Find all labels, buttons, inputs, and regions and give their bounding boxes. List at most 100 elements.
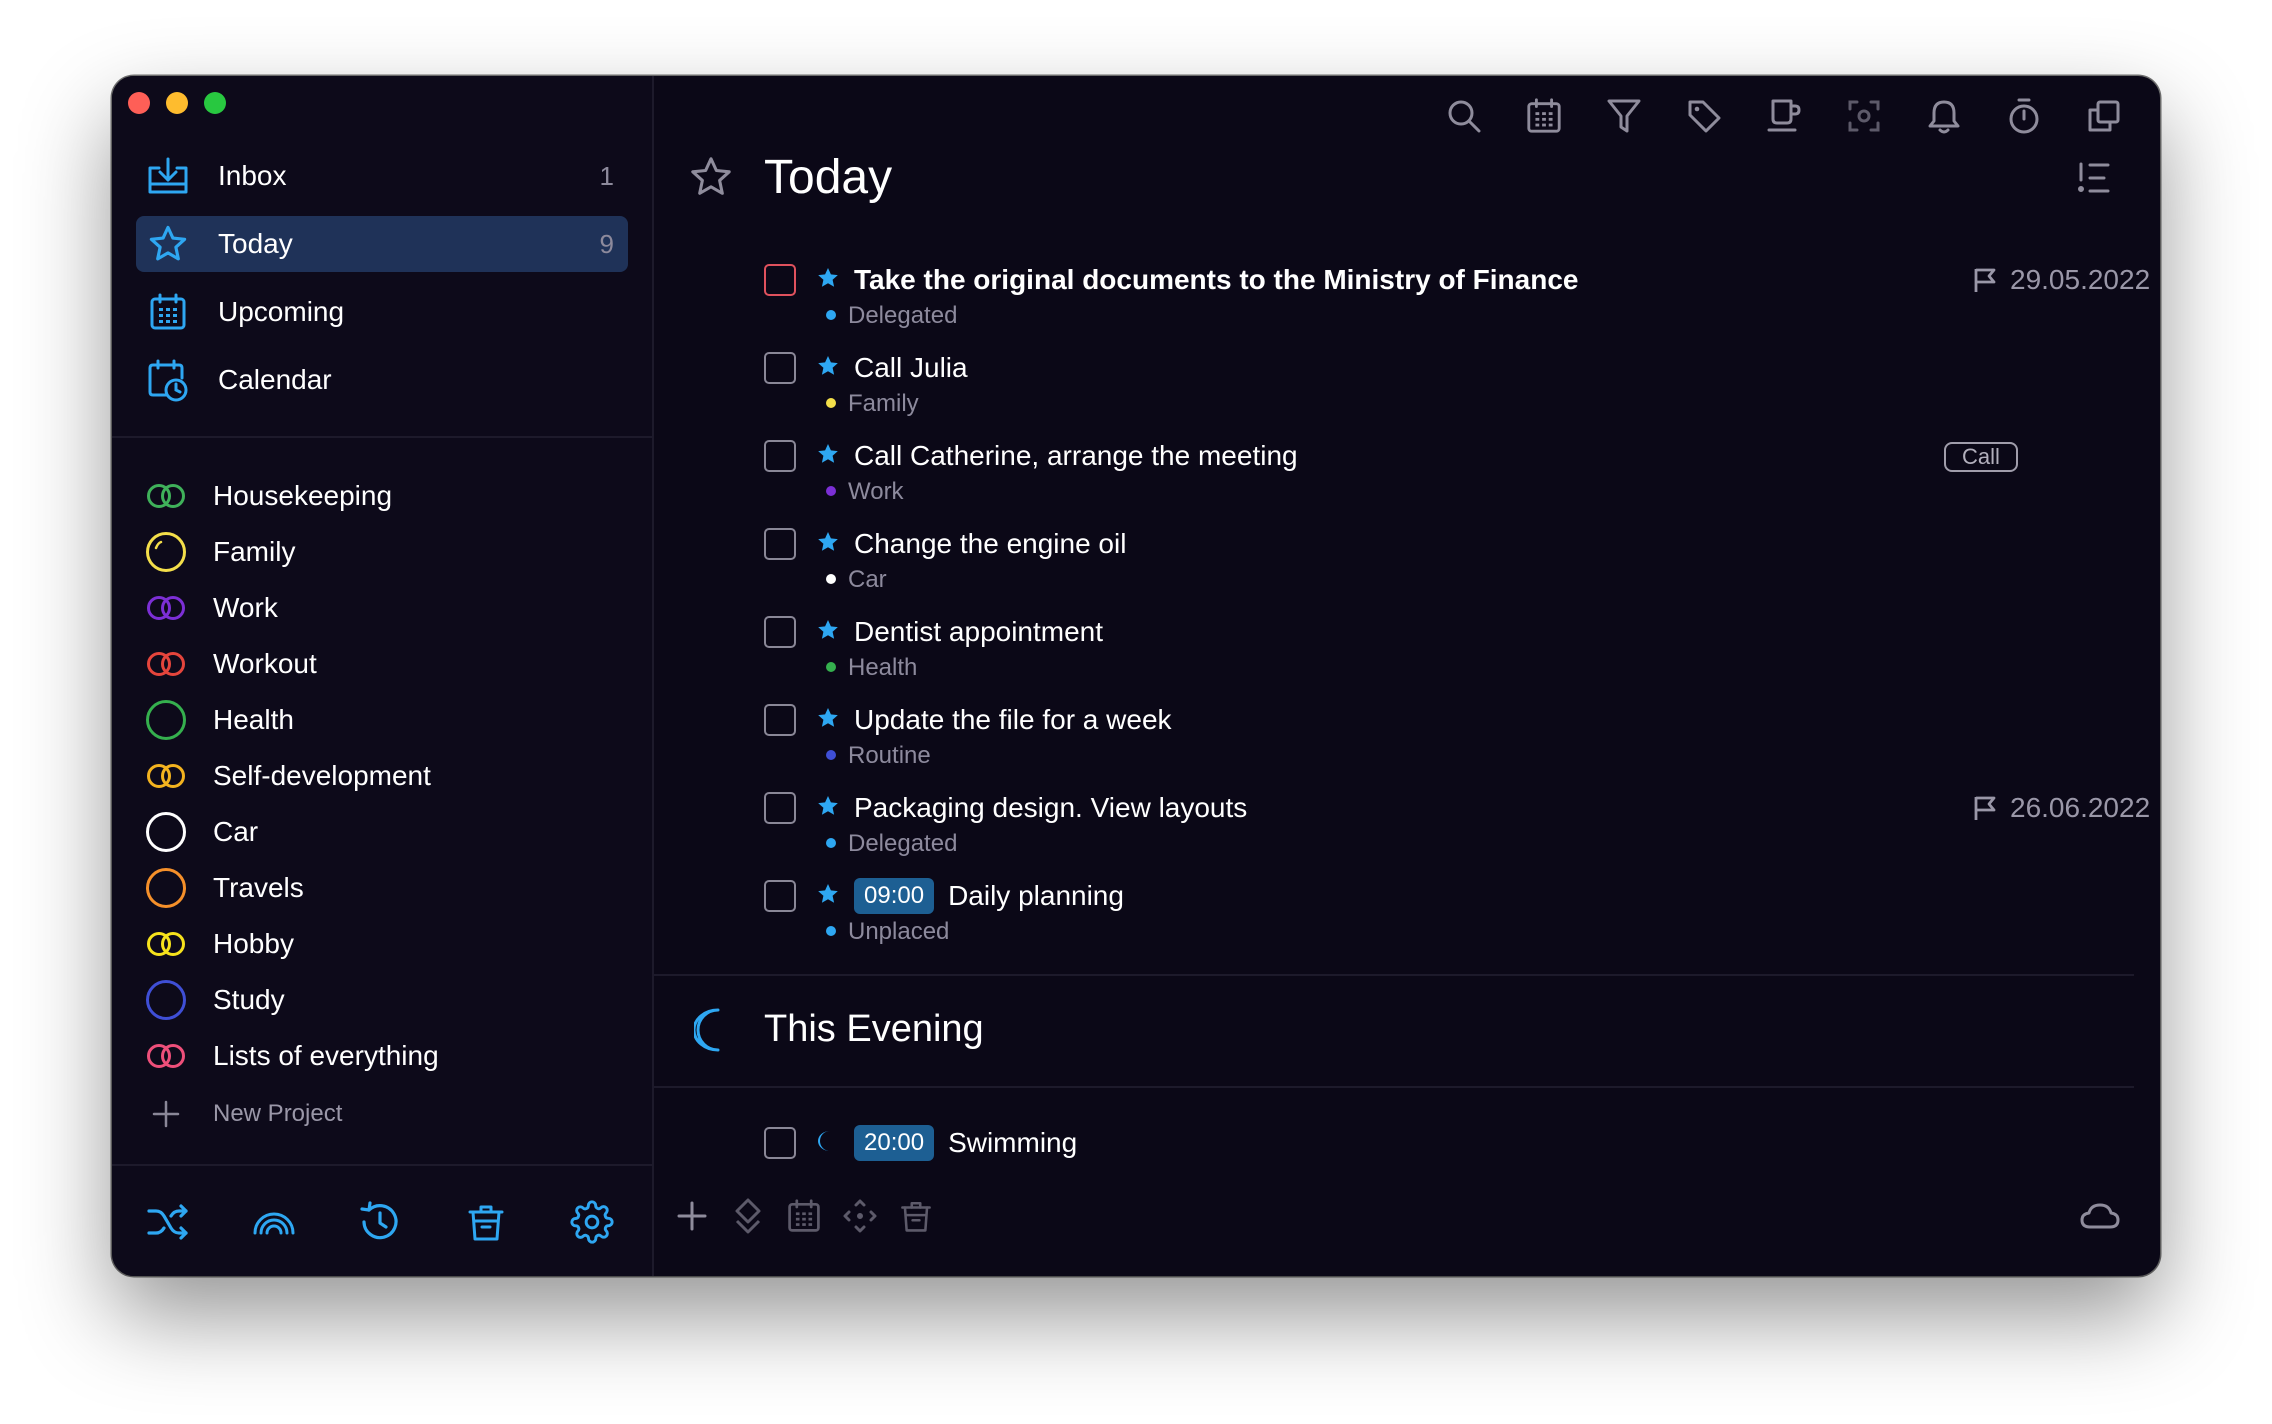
project-label: Health — [213, 704, 294, 735]
task-title: Change the engine oil — [854, 528, 1127, 559]
sidebar-item-label: Upcoming — [218, 296, 345, 327]
zoom-window-button[interactable] — [204, 92, 226, 114]
sidebar-footer — [112, 1172, 652, 1276]
task-item[interactable]: Update the file for a week Routine — [654, 696, 2160, 784]
ring-icon — [144, 866, 188, 910]
task-item[interactable]: Take the original documents to the Minis… — [654, 256, 2160, 344]
shuffle-icon[interactable] — [144, 1198, 192, 1246]
project-label: Workout — [213, 648, 317, 679]
sidebar-item-inbox[interactable]: Inbox 1 — [136, 148, 628, 204]
task-title: Packaging design. View layouts — [854, 792, 1248, 823]
calendar-icon[interactable] — [1522, 94, 1566, 138]
project-label: Study — [213, 984, 285, 1015]
cloud-icon[interactable] — [2078, 1194, 2122, 1238]
task-item[interactable]: Call Julia Family — [654, 344, 2160, 432]
project-hobby[interactable]: Hobby — [144, 916, 624, 972]
project-study[interactable]: Study — [144, 972, 624, 1028]
task-checkbox[interactable] — [764, 264, 796, 296]
close-window-button[interactable] — [128, 92, 150, 114]
ring-icon — [144, 530, 188, 574]
task-title: Swimming — [948, 1127, 1078, 1158]
page-title: Today — [764, 151, 893, 204]
project-car[interactable]: Car — [144, 804, 624, 860]
tag-icon[interactable] — [1682, 94, 1726, 138]
settings-icon[interactable] — [568, 1198, 616, 1246]
calendar-icon[interactable] — [782, 1194, 826, 1238]
plus-icon — [144, 1092, 188, 1136]
task-title: Update the file for a week — [854, 704, 1172, 735]
task-checkbox[interactable] — [764, 880, 796, 912]
task-time-badge: 20:00 — [854, 1125, 935, 1161]
task-title: Dentist appointment — [854, 616, 1104, 647]
task-tag[interactable]: Call — [1944, 442, 2018, 472]
priority-star-icon — [818, 796, 838, 815]
move-icon[interactable] — [726, 1194, 770, 1238]
project-workout[interactable]: Workout — [144, 636, 624, 692]
task-time-badge: 09:00 — [854, 878, 935, 914]
flag-icon — [1974, 268, 1996, 292]
project-housekeeping[interactable]: Housekeeping — [144, 468, 624, 524]
double-ring-icon — [144, 642, 188, 686]
task-project: Car — [826, 564, 887, 596]
task-checkbox[interactable] — [764, 528, 796, 560]
double-ring-icon — [144, 474, 188, 518]
project-travels[interactable]: Travels — [144, 860, 624, 916]
priority-star-icon — [818, 444, 838, 463]
rainbow-icon[interactable] — [250, 1198, 298, 1246]
ring-icon — [144, 698, 188, 742]
sidebar-item-upcoming[interactable]: Upcoming — [136, 284, 628, 340]
task-checkbox[interactable] — [764, 352, 796, 384]
task-item[interactable]: Call Catherine, arrange the meeting Work… — [654, 432, 2160, 520]
copy-icon[interactable] — [2082, 94, 2126, 138]
bell-icon[interactable] — [1922, 94, 1966, 138]
task-item[interactable]: Dentist appointment Health — [654, 608, 2160, 696]
task-checkbox[interactable] — [764, 704, 796, 736]
main-panel: Today Take the original documents to the… — [654, 76, 2160, 1276]
double-ring-icon — [144, 586, 188, 630]
task-checkbox[interactable] — [764, 792, 796, 824]
search-icon[interactable] — [1442, 94, 1486, 138]
inbox-icon — [144, 152, 192, 200]
trash-icon[interactable] — [462, 1198, 510, 1246]
task-item[interactable]: 09:00 Daily planning Unplaced — [654, 872, 2160, 960]
window-controls — [128, 92, 226, 114]
priority-star-icon — [818, 884, 838, 903]
focus-icon[interactable] — [1842, 94, 1886, 138]
today-count: 9 — [599, 228, 614, 259]
sidebar-item-today[interactable]: Today 9 — [136, 216, 628, 272]
task-title: Call Catherine, arrange the meeting — [854, 440, 1298, 471]
project-lists-of-everything[interactable]: Lists of everything — [144, 1028, 624, 1084]
sidebar-footer-divider — [112, 1164, 652, 1166]
task-checkbox[interactable] — [764, 440, 796, 472]
add-icon[interactable] — [670, 1194, 714, 1238]
inbox-count: 1 — [599, 160, 614, 191]
filter-icon[interactable] — [1602, 94, 1646, 138]
sort-icon[interactable] — [2076, 160, 2116, 200]
new-project-button[interactable]: New Project — [144, 1086, 624, 1142]
task-project: Family — [826, 388, 919, 420]
priority-star-icon — [818, 708, 838, 727]
moon-icon — [694, 1008, 720, 1052]
task-checkbox[interactable] — [764, 616, 796, 648]
timer-icon[interactable] — [2002, 94, 2046, 138]
project-health[interactable]: Health — [144, 692, 624, 748]
arrows-icon[interactable] — [838, 1194, 882, 1238]
history-icon[interactable] — [356, 1198, 404, 1246]
sidebar-item-calendar[interactable]: Calendar — [136, 352, 628, 408]
minimize-window-button[interactable] — [166, 92, 188, 114]
project-family[interactable]: Family — [144, 524, 624, 580]
task-checkbox[interactable] — [764, 1127, 796, 1159]
coffee-icon[interactable] — [1762, 94, 1806, 138]
trash-icon[interactable] — [894, 1194, 938, 1238]
project-label: Travels — [213, 872, 304, 903]
task-item[interactable]: Change the engine oil Car — [654, 520, 2160, 608]
double-ring-icon — [144, 922, 188, 966]
task-title: Call Julia — [854, 352, 968, 383]
project-self-development[interactable]: Self-development — [144, 748, 624, 804]
new-project-label: New Project — [213, 1100, 343, 1127]
project-work[interactable]: Work — [144, 580, 624, 636]
task-project: Work — [826, 476, 904, 508]
task-item[interactable]: Packaging design. View layouts Delegated… — [654, 784, 2160, 872]
project-label: Hobby — [213, 928, 294, 959]
priority-star-icon — [818, 620, 838, 639]
